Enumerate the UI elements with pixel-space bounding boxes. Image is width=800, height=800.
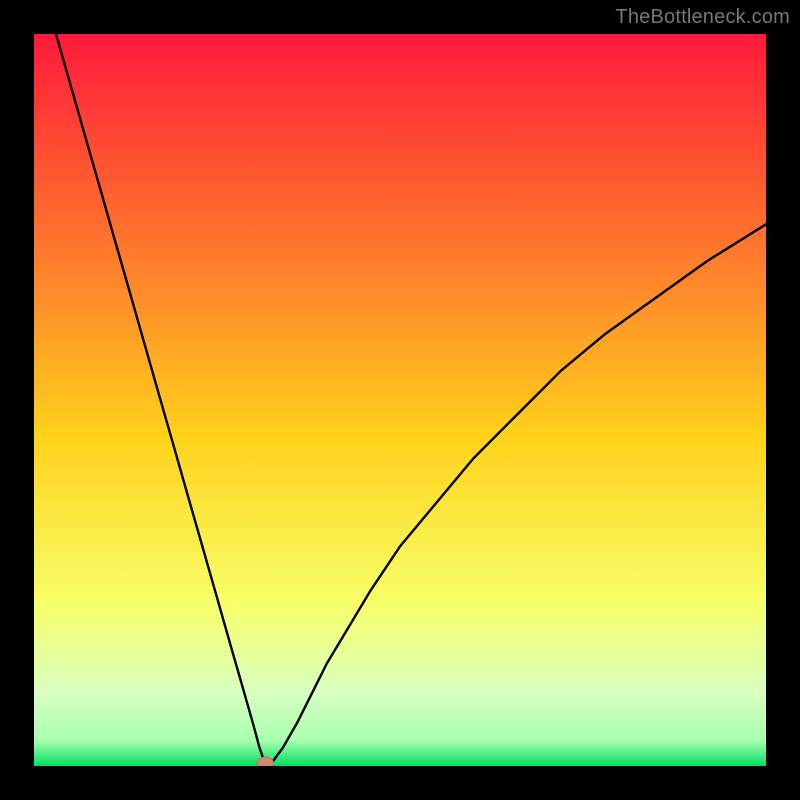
optimal-point-marker bbox=[257, 757, 273, 766]
gradient-background bbox=[34, 34, 766, 766]
attribution-text: TheBottleneck.com bbox=[615, 6, 790, 29]
chart-canvas bbox=[34, 34, 766, 766]
outer-frame: TheBottleneck.com bbox=[0, 0, 800, 800]
